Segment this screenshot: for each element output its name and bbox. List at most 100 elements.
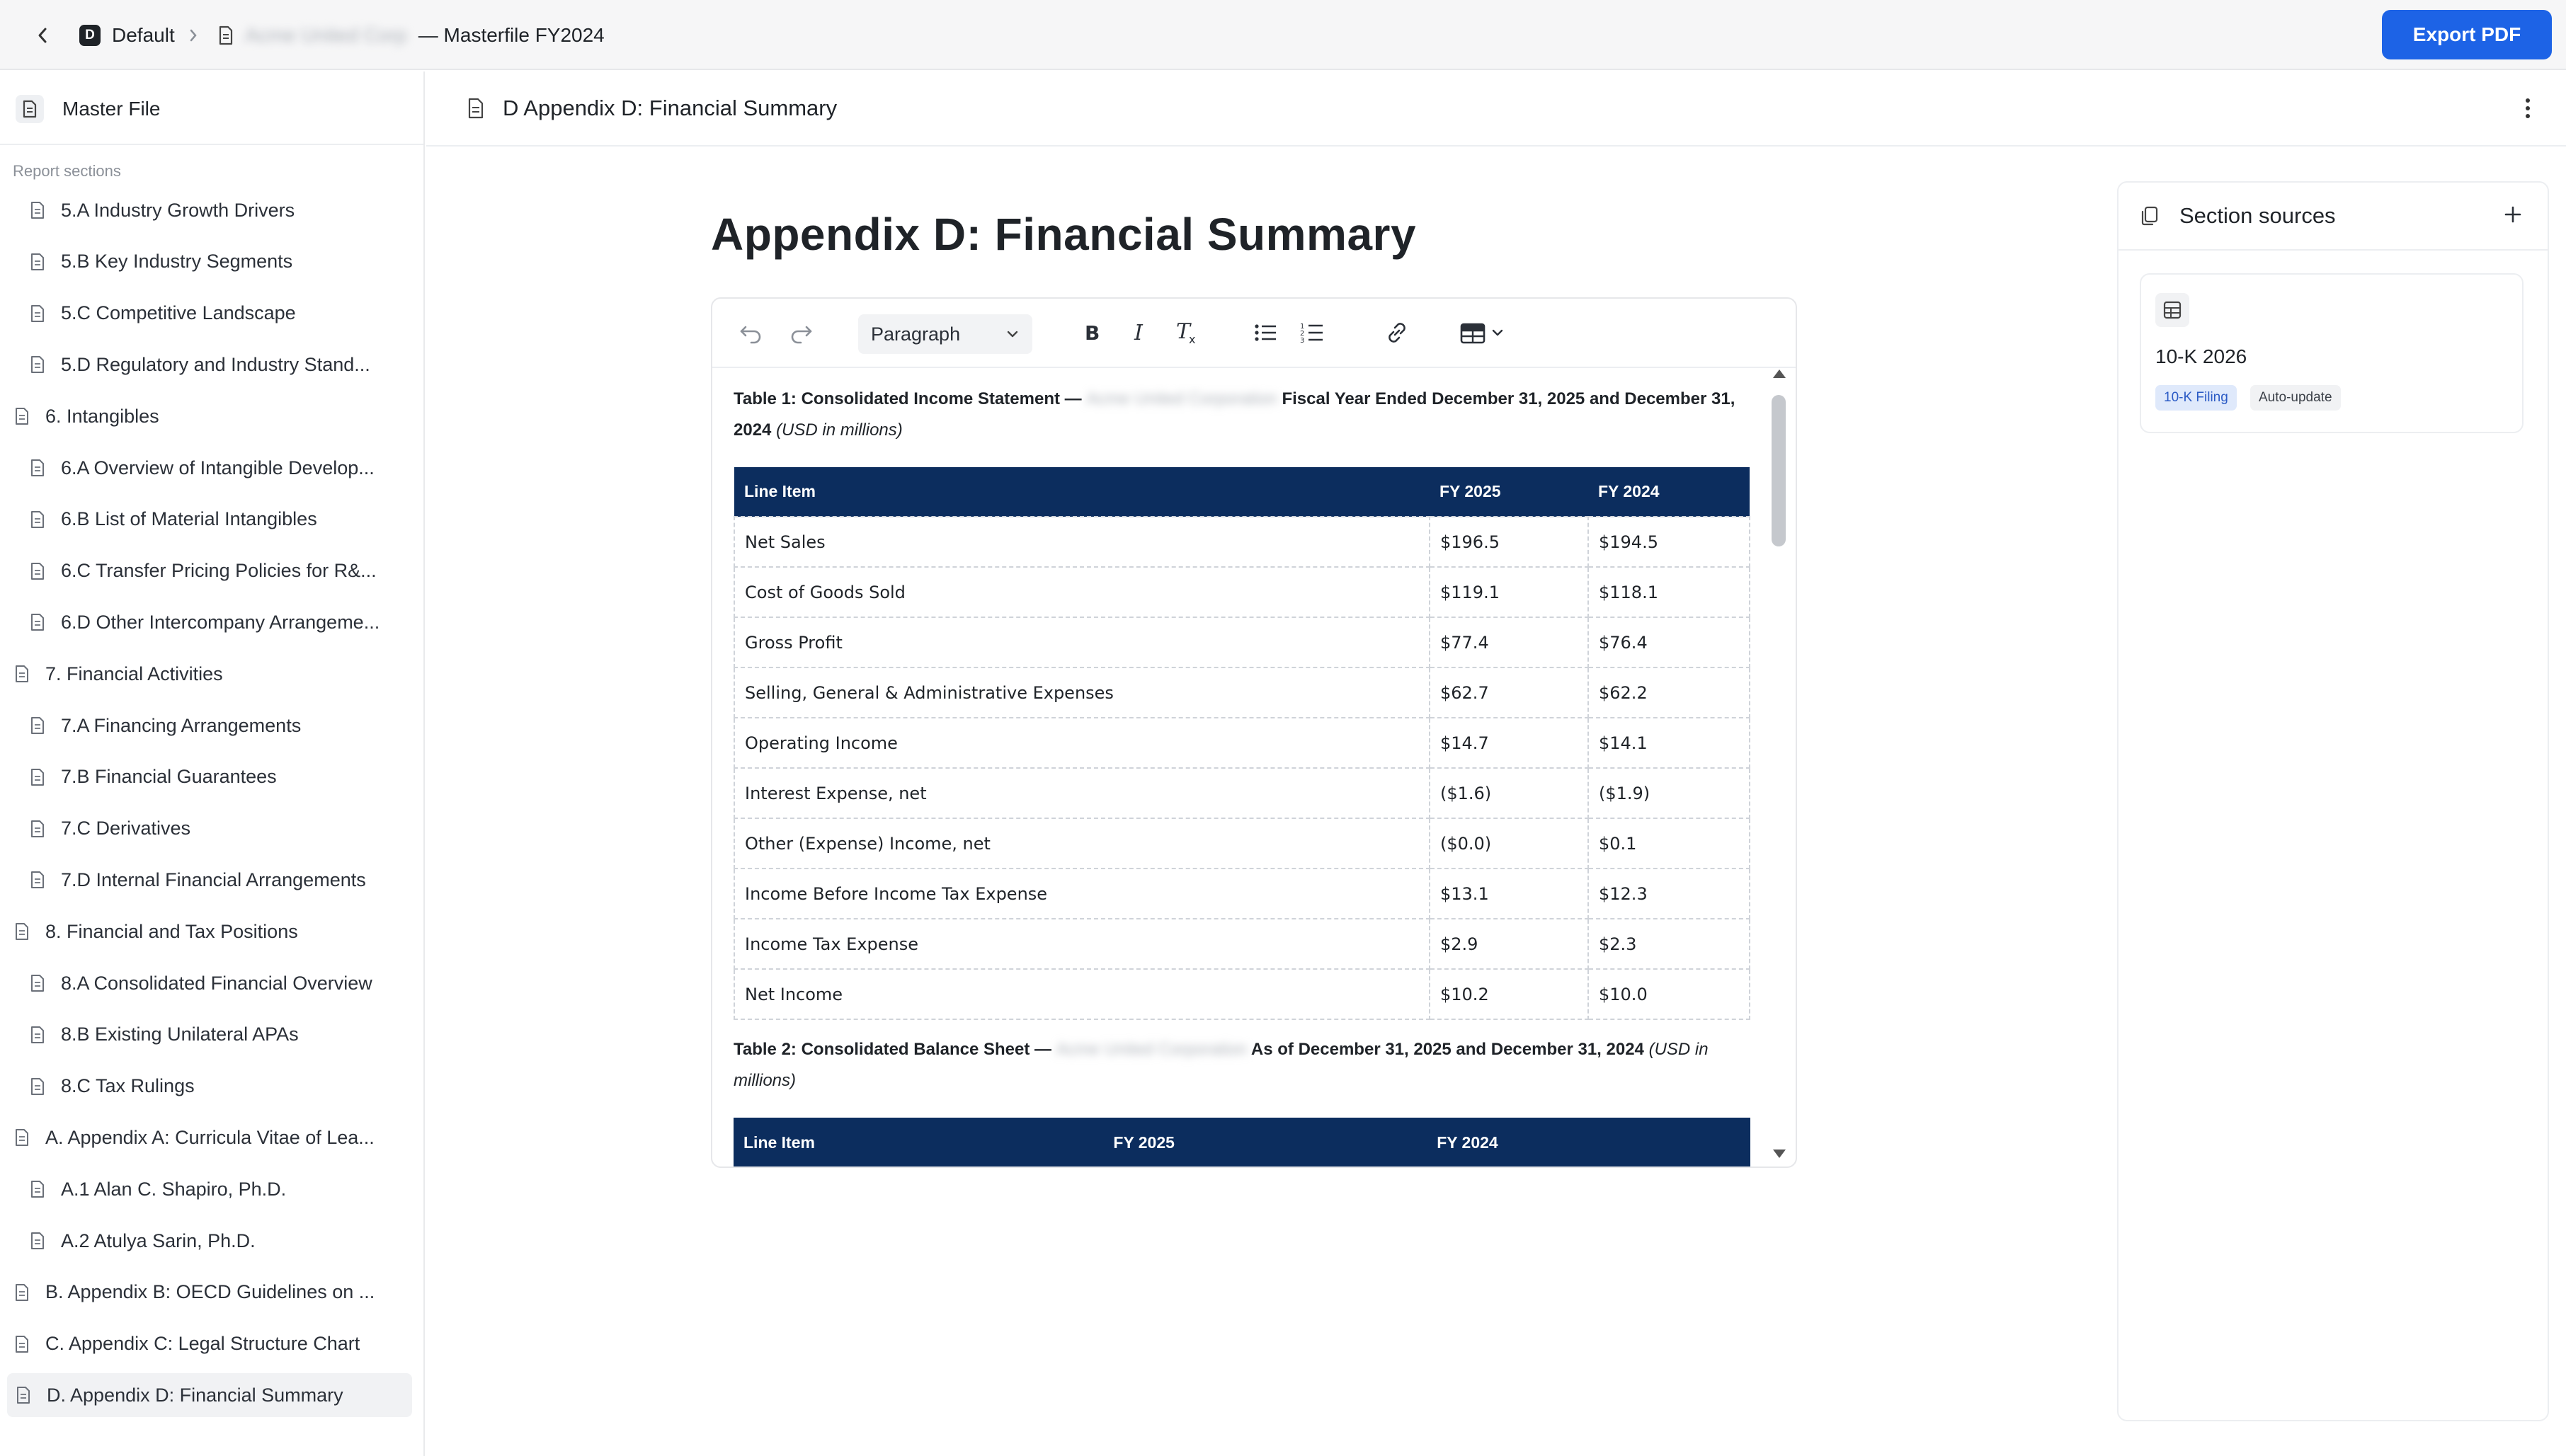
bullet-list-icon[interactable] bbox=[1248, 314, 1284, 351]
sidebar-section-item[interactable]: 6.C Transfer Pricing Policies for R&... bbox=[0, 549, 423, 593]
rich-text-editor: Paragraph B I Tx 123 Table 1: Consolidat… bbox=[711, 297, 1797, 1168]
workspace-badge: D bbox=[79, 24, 101, 46]
sidebar-section-item[interactable]: 7.C Derivatives bbox=[0, 807, 423, 851]
document-icon bbox=[31, 1232, 44, 1249]
table1-caption: Table 1: Consolidated Income Statement —… bbox=[734, 384, 1753, 446]
table-cell[interactable]: $62.7 bbox=[1429, 667, 1589, 718]
table-cell[interactable]: $12.3 bbox=[1587, 868, 1750, 919]
sidebar-section-item[interactable]: A.1 Alan C. Shapiro, Ph.D. bbox=[0, 1167, 423, 1211]
sidebar-section-item[interactable]: A. Appendix A: Curricula Vitae of Lea... bbox=[0, 1116, 423, 1159]
table-cell[interactable]: $13.1 bbox=[1429, 868, 1589, 919]
table-cell[interactable]: $2.9 bbox=[1429, 918, 1589, 970]
sidebar-section-item[interactable]: 5.B Key Industry Segments bbox=[0, 240, 423, 284]
table-cell[interactable]: $14.7 bbox=[1429, 717, 1589, 769]
section-title-text: D Appendix D: Financial Summary bbox=[503, 96, 838, 120]
bold-icon[interactable]: B bbox=[1073, 314, 1109, 351]
italic-icon[interactable]: I bbox=[1122, 314, 1157, 351]
clear-format-icon[interactable]: Tx bbox=[1168, 314, 1207, 351]
table-cell[interactable]: Cost of Goods Sold bbox=[734, 566, 1430, 618]
table-cell[interactable]: ($0.0) bbox=[1429, 818, 1589, 869]
source-title: 10-K 2026 bbox=[2155, 345, 2247, 367]
editor-toolbar: Paragraph B I Tx 123 bbox=[712, 299, 1796, 368]
link-icon[interactable] bbox=[1378, 314, 1416, 351]
table-cell[interactable]: $10.0 bbox=[1587, 968, 1750, 1020]
table-cell[interactable]: Net Sales bbox=[734, 516, 1430, 568]
undo-icon[interactable] bbox=[734, 314, 769, 351]
insert-table-icon[interactable] bbox=[1456, 314, 1512, 351]
sidebar-section-item[interactable]: 5.A Industry Growth Drivers bbox=[0, 188, 423, 232]
sidebar-section-item[interactable]: C. Appendix C: Legal Structure Chart bbox=[0, 1322, 423, 1366]
table-cell[interactable]: $119.1 bbox=[1429, 566, 1589, 618]
table-cell[interactable]: Other (Expense) Income, net bbox=[734, 818, 1430, 869]
editor-scrollbar[interactable] bbox=[1772, 369, 1787, 1165]
sidebar-section-item[interactable]: 5.C Competitive Landscape bbox=[0, 292, 423, 336]
table-cell[interactable]: Income Tax Expense bbox=[734, 918, 1430, 970]
sidebar-section-item[interactable]: 6.B List of Material Intangibles bbox=[0, 498, 423, 541]
sidebar-section-item[interactable]: D. Appendix D: Financial Summary bbox=[7, 1373, 412, 1418]
source-card[interactable]: 10-K 2026 10-K Filing Auto-update bbox=[2140, 273, 2524, 433]
sidebar-section-label: 8. Financial and Tax Positions bbox=[45, 920, 298, 942]
table-cell[interactable]: $118.1 bbox=[1587, 566, 1750, 618]
sidebar-section-item[interactable]: 6. Intangibles bbox=[0, 394, 423, 438]
sidebar-section-item[interactable]: A.2 Atulya Sarin, Ph.D. bbox=[0, 1219, 423, 1263]
table-cell[interactable]: $77.4 bbox=[1429, 617, 1589, 668]
sidebar-section-label: 7.D Internal Financial Arrangements bbox=[61, 869, 366, 890]
table-cell[interactable]: Selling, General & Administrative Expens… bbox=[734, 667, 1430, 718]
paragraph-style-select[interactable]: Paragraph bbox=[858, 314, 1032, 354]
redo-icon[interactable] bbox=[783, 314, 819, 351]
table-cell[interactable]: $76.4 bbox=[1587, 617, 1750, 668]
table-column-header: Line Item bbox=[734, 1118, 1104, 1166]
table-cell[interactable]: ($1.9) bbox=[1587, 767, 1750, 819]
table-cell[interactable]: Net Income bbox=[734, 968, 1430, 1020]
sidebar-section-item[interactable]: 7.A Financing Arrangements bbox=[0, 704, 423, 747]
sidebar-section-item[interactable]: 8.A Consolidated Financial Overview bbox=[0, 961, 423, 1005]
add-source-icon[interactable] bbox=[2497, 198, 2529, 231]
sidebar-section-item[interactable]: 7. Financial Activities bbox=[0, 652, 423, 696]
sidebar-section-item[interactable]: B. Appendix B: OECD Guidelines on ... bbox=[0, 1271, 423, 1314]
document-icon bbox=[16, 1335, 28, 1353]
editor-content[interactable]: Table 1: Consolidated Income Statement —… bbox=[734, 384, 1753, 1166]
breadcrumb-document[interactable]: Acme United Corp — Masterfile FY2024 bbox=[218, 0, 605, 70]
sidebar-section-item[interactable]: 6.D Other Intercompany Arrangeme... bbox=[0, 600, 423, 644]
table-row: Selling, General & Administrative Expens… bbox=[734, 667, 1750, 718]
table-cell[interactable]: Income Before Income Tax Expense bbox=[734, 868, 1430, 919]
table-cell[interactable]: $62.2 bbox=[1587, 667, 1750, 718]
document-icon bbox=[16, 665, 28, 683]
income-statement-table[interactable]: Line Item FY 2025 FY 2024 Net Sales $196.5 $… bbox=[734, 467, 1750, 1020]
scroll-up-icon[interactable] bbox=[1773, 369, 1786, 378]
sidebar-section-item[interactable]: 5.D Regulatory and Industry Stand... bbox=[0, 343, 423, 386]
table-cell[interactable]: $196.5 bbox=[1429, 516, 1589, 568]
table-cell[interactable]: $2.3 bbox=[1587, 918, 1750, 970]
numbered-list-icon[interactable]: 123 bbox=[1294, 314, 1331, 351]
sidebar-section-item[interactable]: 8.C Tax Rulings bbox=[0, 1065, 423, 1108]
sidebar-section-item[interactable]: 6.A Overview of Intangible Develop... bbox=[0, 446, 423, 490]
table-cell[interactable]: $10.2 bbox=[1429, 968, 1589, 1020]
scroll-thumb[interactable] bbox=[1772, 395, 1786, 546]
scroll-down-icon[interactable] bbox=[1773, 1150, 1786, 1158]
sidebar-section-item[interactable]: 8. Financial and Tax Positions bbox=[0, 910, 423, 953]
sidebar: Master File Report sections 5.A Industry… bbox=[0, 71, 425, 1456]
master-file-link[interactable]: Master File bbox=[16, 84, 160, 134]
back-button[interactable] bbox=[28, 0, 57, 70]
sidebar-section-item[interactable]: 7.B Financial Guarantees bbox=[0, 755, 423, 799]
export-pdf-button[interactable]: Export PDF bbox=[2382, 10, 2552, 59]
balance-sheet-table[interactable]: Line Item FY 2025 FY 2024 bbox=[734, 1118, 1750, 1166]
table-cell[interactable]: $194.5 bbox=[1587, 516, 1750, 568]
more-options-icon[interactable] bbox=[2521, 93, 2535, 124]
sidebar-section-label: 5.C Competitive Landscape bbox=[61, 302, 296, 324]
table-cell[interactable]: Gross Profit bbox=[734, 617, 1430, 668]
sidebar-section-item[interactable]: 7.D Internal Financial Arrangements bbox=[0, 858, 423, 902]
sidebar-section-label: 6.C Transfer Pricing Policies for R&... bbox=[61, 560, 377, 582]
table2-caption: Table 2: Consolidated Balance Sheet — Ac… bbox=[734, 1034, 1753, 1096]
table-cell[interactable]: $14.1 bbox=[1587, 717, 1750, 769]
table-cell[interactable]: $0.1 bbox=[1587, 818, 1750, 869]
table-cell[interactable]: Operating Income bbox=[734, 717, 1430, 769]
document-icon bbox=[31, 356, 44, 374]
breadcrumb-workspace[interactable]: D Default bbox=[79, 0, 175, 70]
sidebar-section-item[interactable]: 8.B Existing Unilateral APAs bbox=[0, 1013, 423, 1057]
section-sources-panel: Section sources 10-K 2026 10-K Filing Au… bbox=[2117, 181, 2549, 1421]
table-cell[interactable]: Interest Expense, net bbox=[734, 767, 1430, 819]
table-cell[interactable]: ($1.6) bbox=[1429, 767, 1589, 819]
document-icon bbox=[31, 717, 44, 734]
section-sources-title: Section sources bbox=[2179, 203, 2336, 228]
